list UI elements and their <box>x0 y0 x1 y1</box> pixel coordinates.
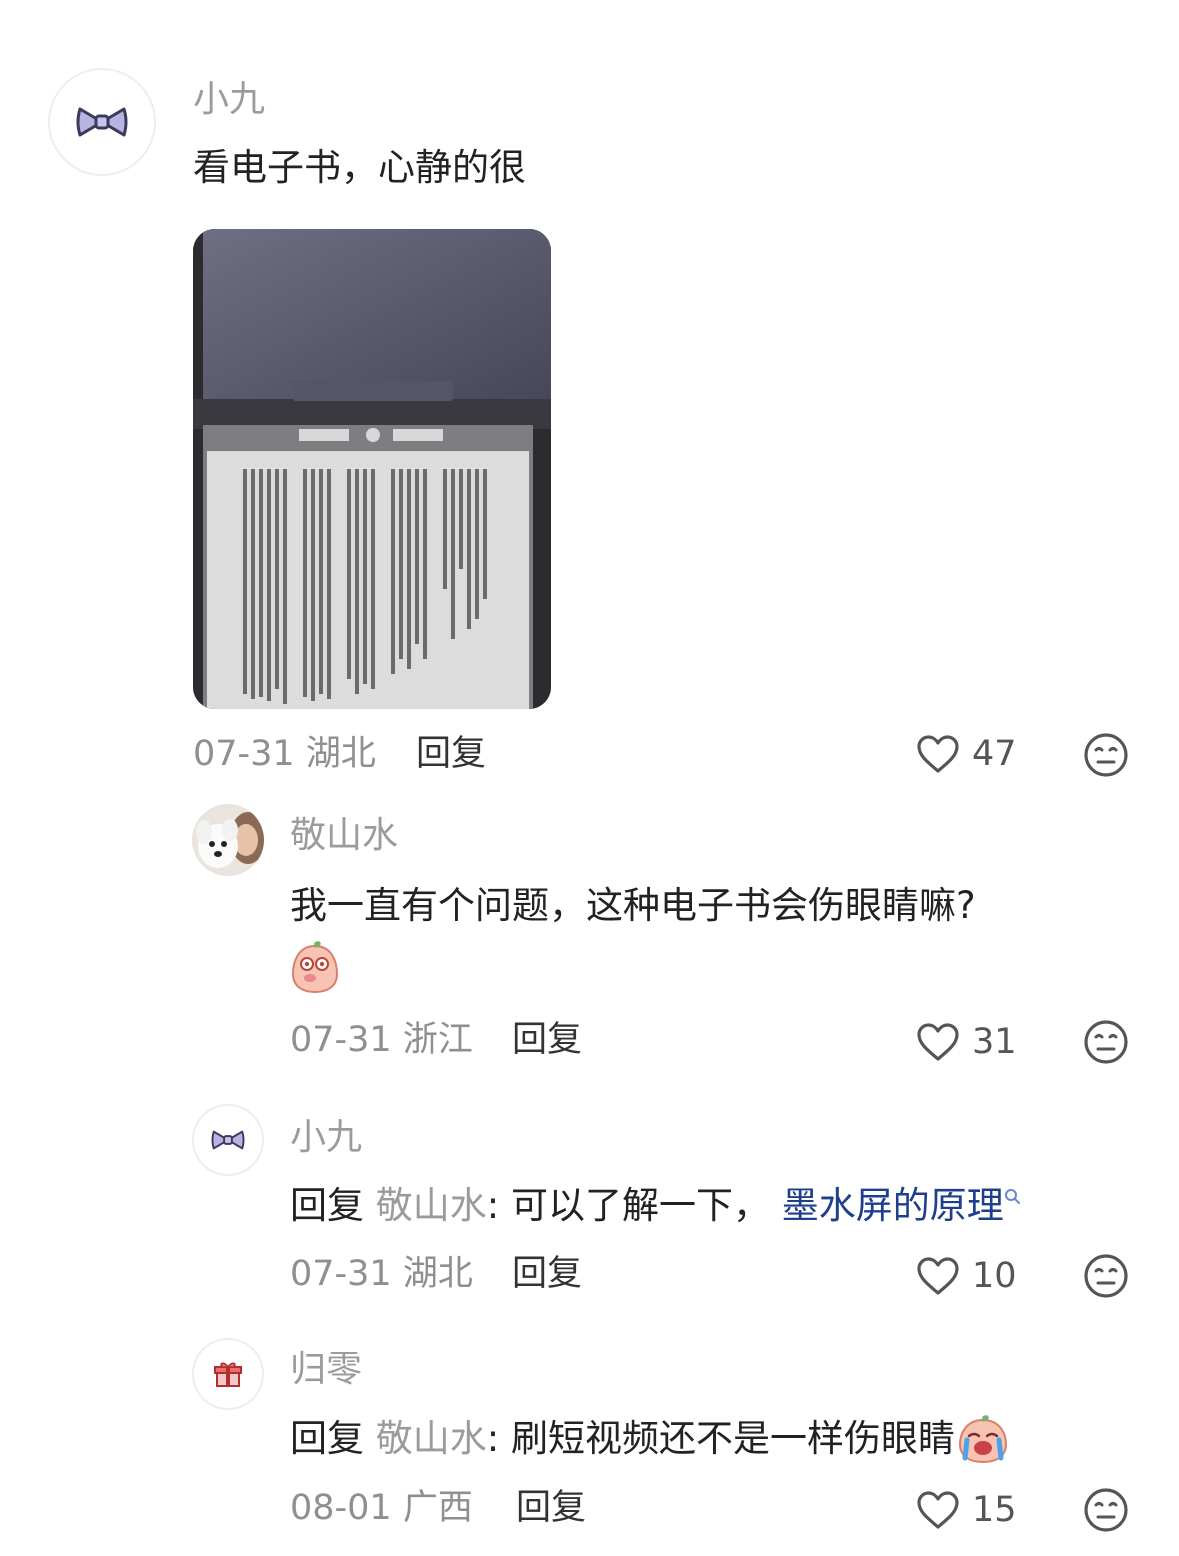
dislike-button[interactable] <box>1083 1253 1129 1303</box>
reply-prefix: 回复 <box>290 1417 364 1460</box>
reply-date: 08-01 <box>290 1488 392 1528</box>
heart-icon <box>917 735 959 773</box>
dislike-button[interactable] <box>1083 1487 1129 1537</box>
dog-photo-avatar <box>192 804 264 876</box>
reply-text: 我一直有个问题，这种电子书会伤眼睛嘛? <box>290 884 976 927</box>
username[interactable]: 敬山水 <box>290 814 398 858</box>
reply-button[interactable]: 回复 <box>416 732 486 776</box>
reply-button[interactable]: 回复 <box>516 1486 586 1530</box>
like-button[interactable]: 31 <box>916 1020 1017 1064</box>
dislike-button[interactable] <box>1083 1019 1129 1069</box>
like-count: 31 <box>972 1022 1017 1062</box>
heart-icon <box>917 1257 959 1295</box>
ereader-photo <box>193 229 551 709</box>
reply-location: 广西 <box>402 1488 473 1528</box>
avatar[interactable] <box>192 804 264 876</box>
username[interactable]: 归零 <box>290 1348 362 1392</box>
comment-location: 湖北 <box>305 734 376 774</box>
peach-crying-sticker <box>958 1415 1008 1464</box>
like-count: 47 <box>972 734 1017 774</box>
comment-text: 看电子书，心静的很 <box>193 146 526 189</box>
username[interactable]: 小九 <box>193 78 265 122</box>
reply-text: 回复 敬山水: 刷短视频还不是一样伤眼睛 <box>290 1414 1009 1464</box>
meh-face-icon <box>1084 1020 1128 1064</box>
reply-button[interactable]: 回复 <box>512 1018 582 1062</box>
meh-face-icon <box>1084 1488 1128 1532</box>
reply-to-user[interactable]: 敬山水 <box>376 1415 487 1463</box>
gift-icon <box>214 1362 242 1387</box>
reply-body: : 刷短视频还不是一样伤眼睛 <box>486 1417 955 1460</box>
reply-meta: 07-31 浙江 <box>290 1018 473 1062</box>
peach-confused-sticker <box>291 941 339 994</box>
reply-body: : 可以了解一下， <box>486 1184 770 1227</box>
bow-icon <box>76 107 128 137</box>
sticker <box>290 940 340 998</box>
reply-meta: 08-01 广西 <box>290 1486 473 1530</box>
like-count: 10 <box>972 1256 1017 1296</box>
like-count: 15 <box>972 1490 1017 1530</box>
search-link[interactable]: 墨水屏的原理 <box>782 1184 1004 1227</box>
reply-location: 浙江 <box>402 1020 473 1060</box>
comment-photo[interactable] <box>193 229 551 709</box>
username[interactable]: 小九 <box>290 1116 362 1160</box>
avatar[interactable] <box>192 1338 264 1410</box>
reply-date: 07-31 <box>290 1254 392 1294</box>
reply-prefix: 回复 <box>290 1184 364 1227</box>
avatar[interactable] <box>192 1104 264 1176</box>
reply-date: 07-31 <box>290 1020 392 1060</box>
dislike-button[interactable] <box>1083 732 1129 782</box>
meh-face-icon <box>1084 1254 1128 1298</box>
heart-icon <box>917 1491 959 1529</box>
comment-meta: 07-31 湖北 <box>193 732 376 776</box>
bow-icon <box>211 1130 245 1150</box>
avatar[interactable] <box>48 68 156 176</box>
like-button[interactable]: 15 <box>916 1488 1017 1532</box>
like-button[interactable]: 10 <box>916 1254 1017 1298</box>
reply-text: 回复 敬山水: 可以了解一下， 墨水屏的原理 <box>290 1182 1022 1230</box>
reply-meta: 07-31 湖北 <box>290 1252 473 1296</box>
heart-icon <box>917 1023 959 1061</box>
reply-button[interactable]: 回复 <box>512 1252 582 1296</box>
like-button[interactable]: 47 <box>916 732 1017 776</box>
meh-face-icon <box>1084 733 1128 777</box>
comment-date: 07-31 <box>193 734 295 774</box>
reply-location: 湖北 <box>402 1254 473 1294</box>
reply-to-user[interactable]: 敬山水 <box>376 1184 487 1227</box>
search-icon[interactable] <box>1004 1188 1022 1206</box>
